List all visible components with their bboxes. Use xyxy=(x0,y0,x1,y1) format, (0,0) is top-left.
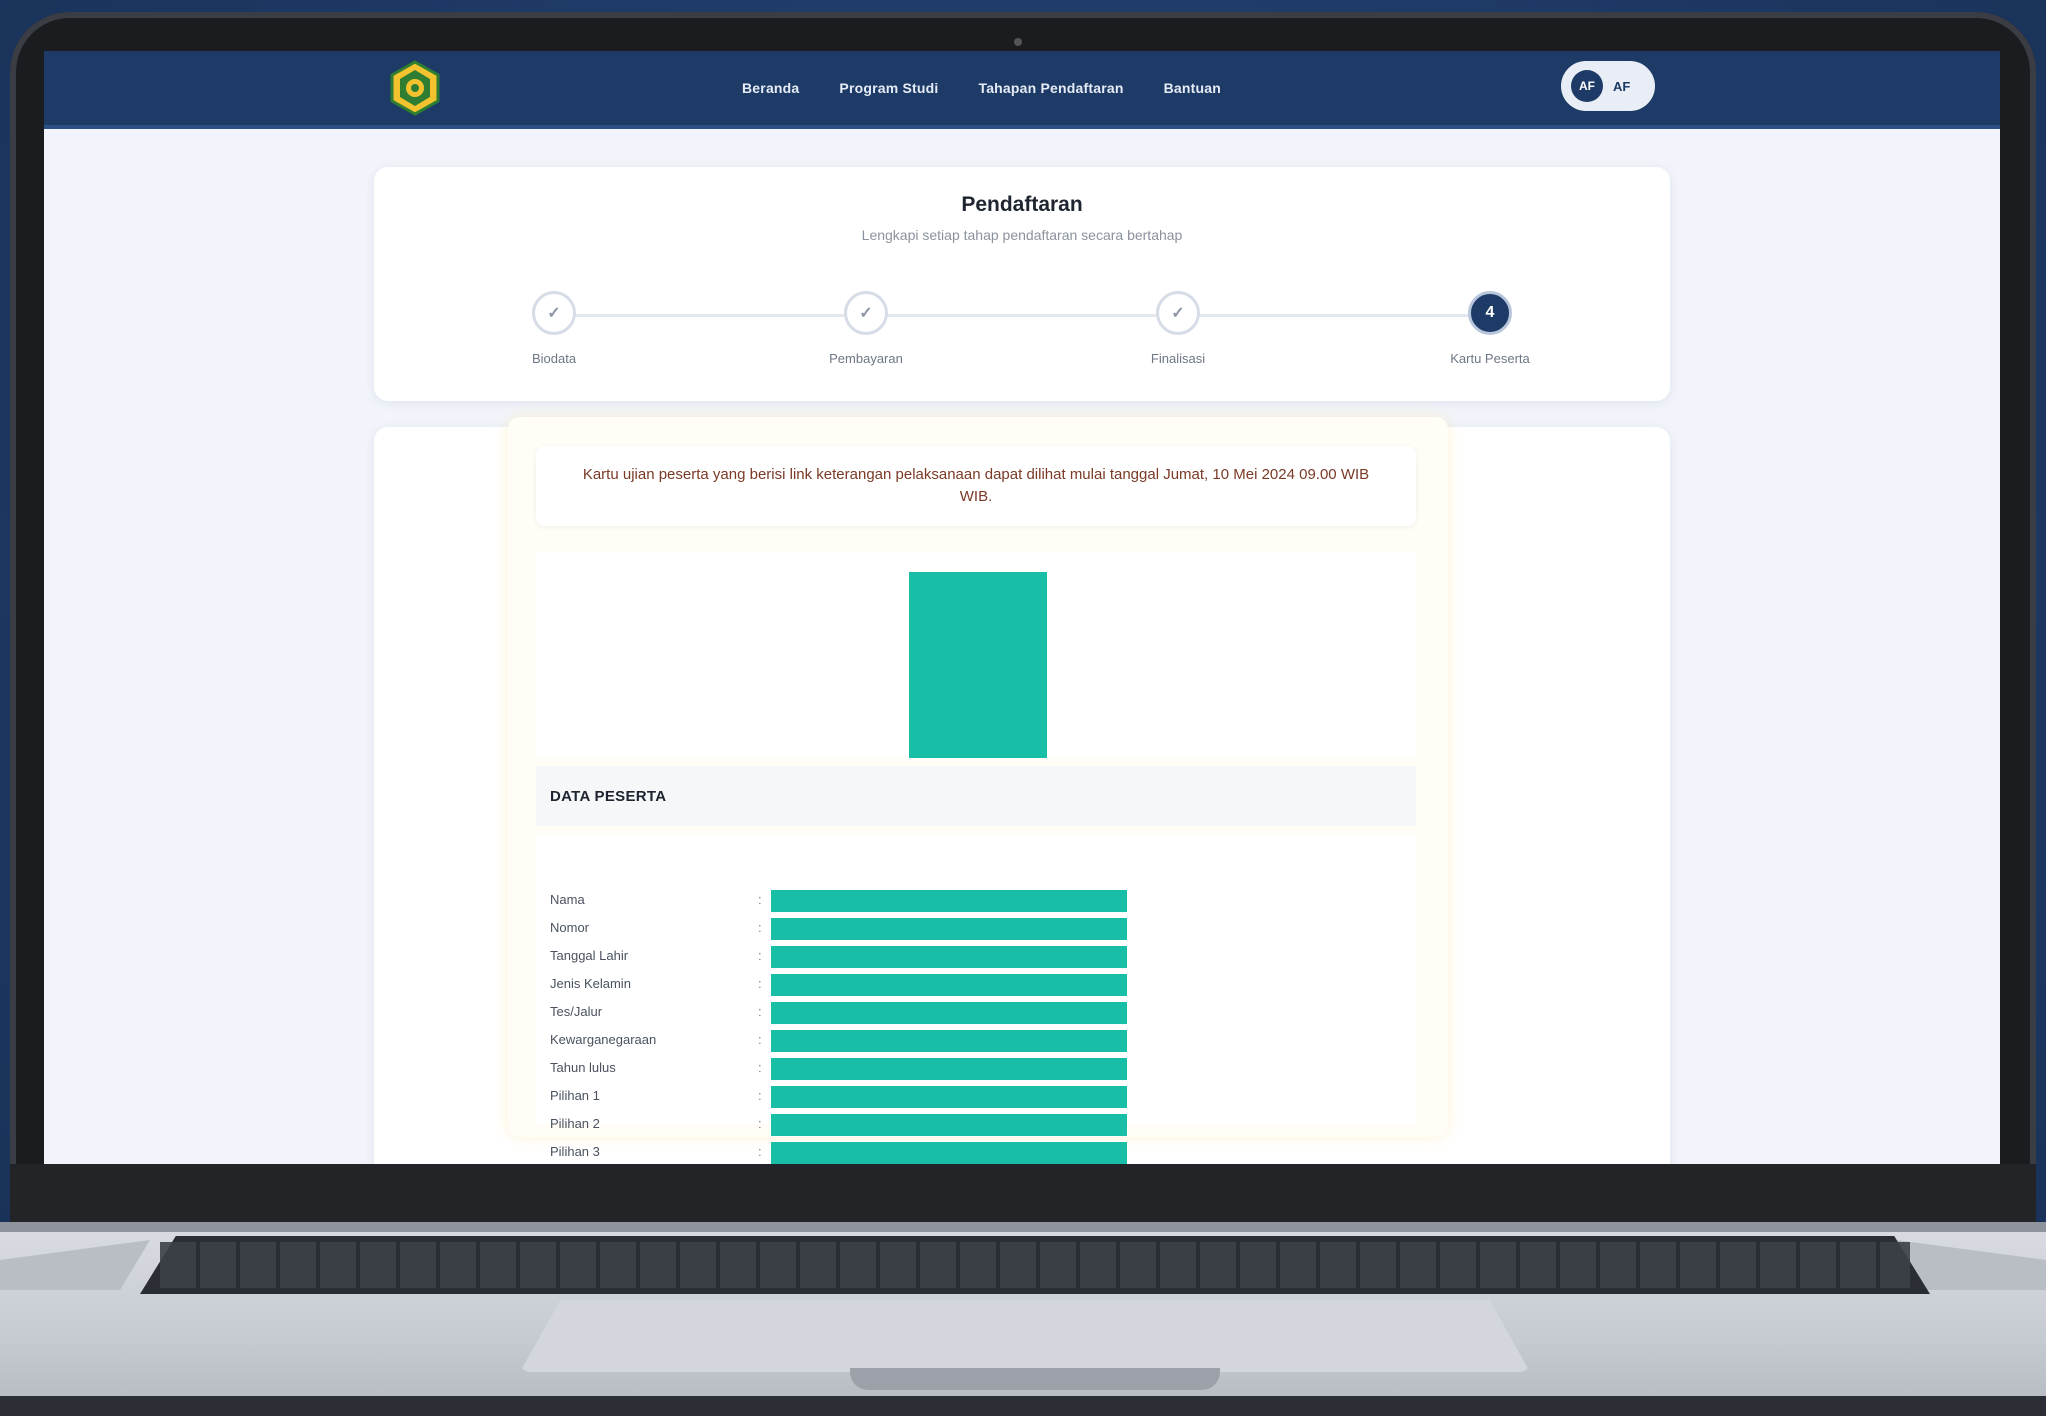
ticket-layer: Kartu ujian peserta yang berisi link ket… xyxy=(44,51,2000,1164)
row-colon: : xyxy=(758,1032,762,1047)
redacted-value xyxy=(771,890,1127,912)
row-colon: : xyxy=(758,892,762,907)
row-label: Nomor xyxy=(550,920,590,935)
notice-banner: Kartu ujian peserta yang berisi link ket… xyxy=(536,446,1416,526)
row-colon: : xyxy=(758,1116,762,1131)
row-label: Nama xyxy=(550,892,585,907)
laptop-bezel-bottom xyxy=(10,1164,2036,1222)
lid-notch xyxy=(850,1368,1220,1390)
row-colon: : xyxy=(758,1144,762,1159)
table-row: Tanggal Lahir : xyxy=(536,946,1416,968)
redacted-value xyxy=(771,1030,1127,1052)
row-label: Jenis Kelamin xyxy=(550,976,631,991)
row-colon: : xyxy=(758,948,762,963)
row-label: Tes/Jalur xyxy=(550,1004,603,1019)
redacted-value xyxy=(771,1142,1127,1164)
redacted-value xyxy=(771,1058,1127,1080)
redacted-value xyxy=(771,1002,1127,1024)
row-label: Pilihan 2 xyxy=(550,1116,600,1131)
table-row: Tahun lulus : xyxy=(536,1058,1416,1080)
table-row: Pilihan 3 : xyxy=(536,1142,1416,1164)
row-label: Pilihan 3 xyxy=(550,1144,600,1159)
table-row: Kewarganegaraan : xyxy=(536,1030,1416,1052)
redacted-value xyxy=(771,946,1127,968)
redacted-value xyxy=(771,1114,1127,1136)
redacted-value xyxy=(771,918,1127,940)
table-row: Pilihan 1 : xyxy=(536,1086,1416,1108)
trackpad xyxy=(520,1300,1530,1372)
row-label: Pilihan 1 xyxy=(550,1088,600,1103)
participant-data-table: Nama : Nomor : Tanggal Lahir : Jenis Kel… xyxy=(536,834,1416,1164)
row-colon: : xyxy=(758,920,762,935)
laptop-foot-shadow xyxy=(0,1396,2046,1416)
section-title: DATA PESERTA xyxy=(536,766,1416,826)
row-colon: : xyxy=(758,1004,762,1019)
row-label: Kewarganegaraan xyxy=(550,1032,657,1047)
participant-photo-placeholder xyxy=(909,572,1047,758)
redacted-value xyxy=(771,974,1127,996)
row-colon: : xyxy=(758,1088,762,1103)
table-row: Nama : xyxy=(536,890,1416,912)
row-colon: : xyxy=(758,976,762,991)
camera-dot xyxy=(1014,38,1022,46)
row-label: Tanggal Lahir xyxy=(550,948,629,963)
redacted-value xyxy=(771,1086,1127,1108)
laptop-hinge xyxy=(0,1222,2046,1232)
row-label: Tahun lulus xyxy=(550,1060,616,1075)
table-row: Nomor : xyxy=(536,918,1416,940)
table-row: Pilihan 2 : xyxy=(536,1114,1416,1136)
table-row: Jenis Kelamin : xyxy=(536,974,1416,996)
keyboard-keys xyxy=(160,1242,1910,1288)
table-row: Tes/Jalur : xyxy=(536,1002,1416,1024)
row-colon: : xyxy=(758,1060,762,1075)
